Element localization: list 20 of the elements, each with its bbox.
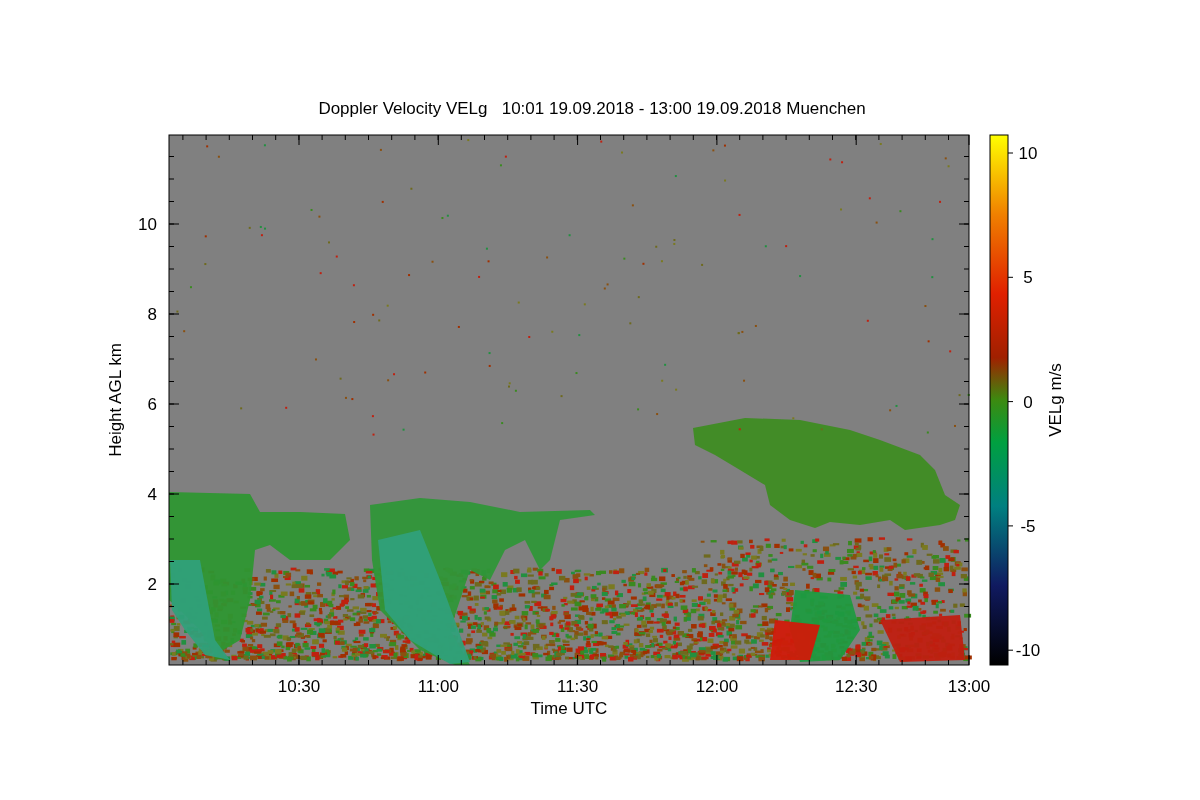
color-scale-title: VELg m/s [1046,363,1065,437]
y-tick-label: 2 [147,575,157,594]
x-tick-label: 11:30 [556,677,599,696]
x-tick-label: 13:00 [947,677,991,696]
y-axis-label: Height AGL km [106,343,125,457]
color-scale-label: 10 [1018,144,1038,163]
y-tick-label: 8 [147,305,157,324]
color-scale-label: -10 [1015,641,1041,661]
x-tick-label: 12:30 [834,677,878,696]
y-tick-label: 10 [138,215,157,234]
x-axis-label: Time UTC [530,699,608,718]
color-scale-label: 0 [1023,392,1033,412]
y-tick-label: 4 [147,485,157,504]
color-scale-label: 5 [1023,268,1033,288]
y-tick-label: 6 [147,395,157,414]
chart-title: Doppler Velocity VELg 10:01 19.09.2018 - 13:00 19.09.2018 Muenchen [318,99,866,118]
x-tick-label: 11:00 [417,677,459,696]
x-tick-label: 10:30 [277,677,321,696]
x-tick-label: 12:00 [695,677,739,696]
color-scale-label: -5 [1020,516,1036,536]
